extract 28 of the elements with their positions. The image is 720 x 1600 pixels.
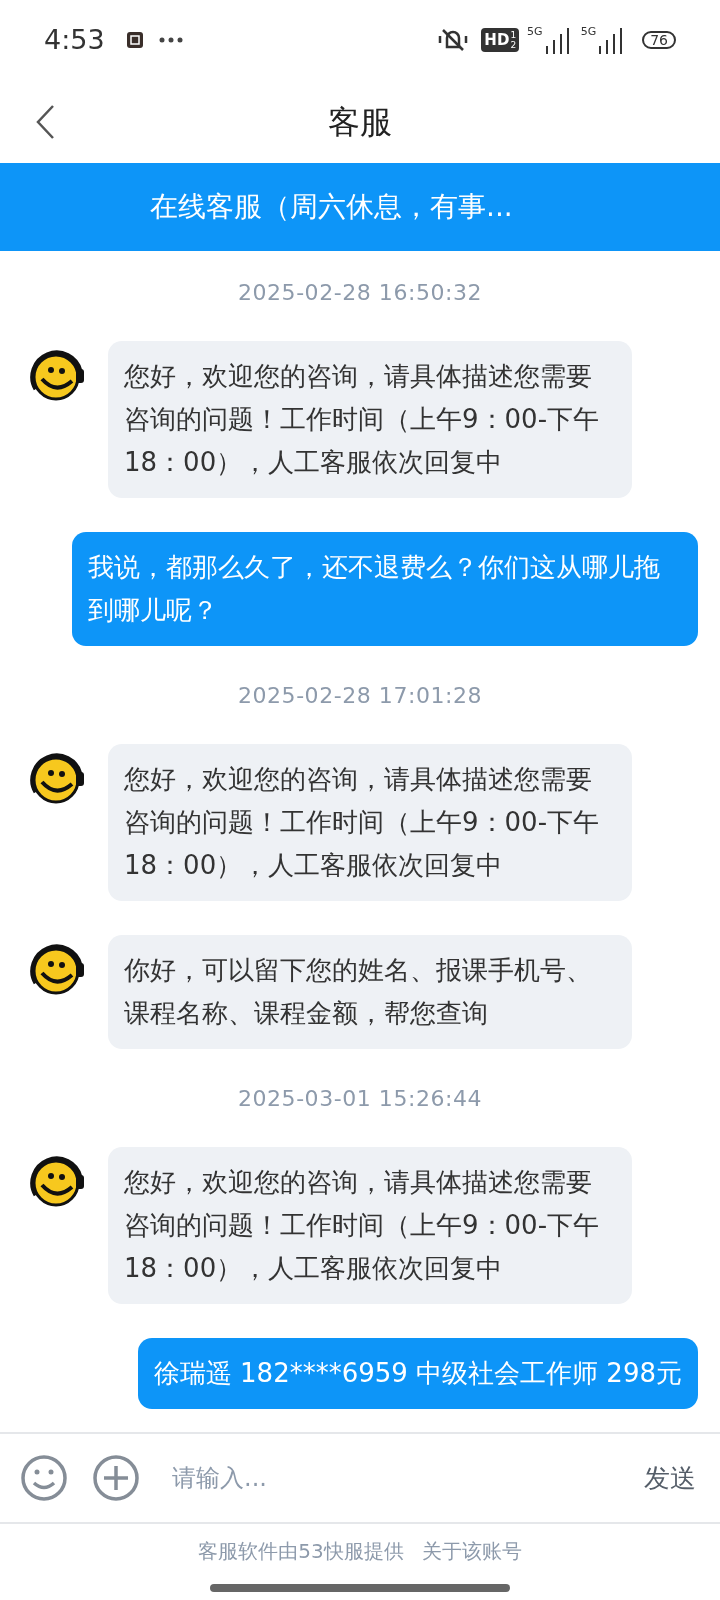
smiley-avatar-icon bbox=[28, 349, 86, 403]
notification-icon bbox=[126, 32, 143, 48]
back-chevron-icon bbox=[35, 103, 55, 140]
network-type-label: 5G bbox=[580, 26, 597, 37]
page-title: 客服 bbox=[328, 101, 392, 143]
user-message-bubble: 徐瑞遥 182****6959 中级社会工作师 298元 bbox=[137, 1338, 698, 1409]
message-input-field[interactable]: 请输入... bbox=[172, 1460, 632, 1496]
timestamp: 2025-03-01 15:26:44 bbox=[237, 1084, 483, 1113]
send-button[interactable]: 发送 bbox=[644, 1458, 696, 1498]
network-type-label: 5G bbox=[527, 26, 543, 37]
smiley-avatar-icon bbox=[28, 752, 86, 806]
timestamp: 2025-02-28 17:01:28 bbox=[237, 681, 483, 710]
agent-message-bubble: 您好，欢迎您的咨询，请具体描述您需要咨询的问题！工作时间（上午9：00-下午18：00），人工客服依次回复中 bbox=[108, 341, 632, 498]
more-dots-icon bbox=[158, 37, 183, 43]
agent-message-bubble: 您好，欢迎您的咨询，请具体描述您需要咨询的问题！工作时间（上午9：00-下午18：00），人工客服依次回复中 bbox=[108, 744, 632, 901]
agent-message-bubble: 您好，欢迎您的咨询，请具体描述您需要咨询的问题！工作时间（上午9：00-下午18：00），人工客服依次回复中 bbox=[108, 1147, 632, 1304]
provider-text: 客服软件由53快服提供 bbox=[198, 1538, 404, 1565]
muted-bell-icon bbox=[437, 27, 470, 53]
online-service-banner: 在线客服（周六休息，有事... bbox=[0, 163, 720, 251]
agent-message-bubble: 你好，可以留下您的姓名、报课手机号、课程名称、课程金额，帮您查询 bbox=[108, 935, 632, 1049]
user-message-bubble: 我说，都那么久了，还不退费么？你们这从哪儿拖到哪儿呢？ bbox=[72, 532, 698, 646]
smiley-avatar-icon bbox=[28, 943, 86, 997]
timestamp: 2025-02-28 16:50:32 bbox=[237, 278, 483, 307]
emoji-icon[interactable] bbox=[20, 1454, 68, 1502]
smiley-avatar-icon bbox=[28, 1155, 86, 1209]
status-time: 4:53 bbox=[44, 22, 105, 57]
battery-indicator: 76 bbox=[642, 31, 676, 49]
add-icon[interactable] bbox=[92, 1454, 140, 1502]
